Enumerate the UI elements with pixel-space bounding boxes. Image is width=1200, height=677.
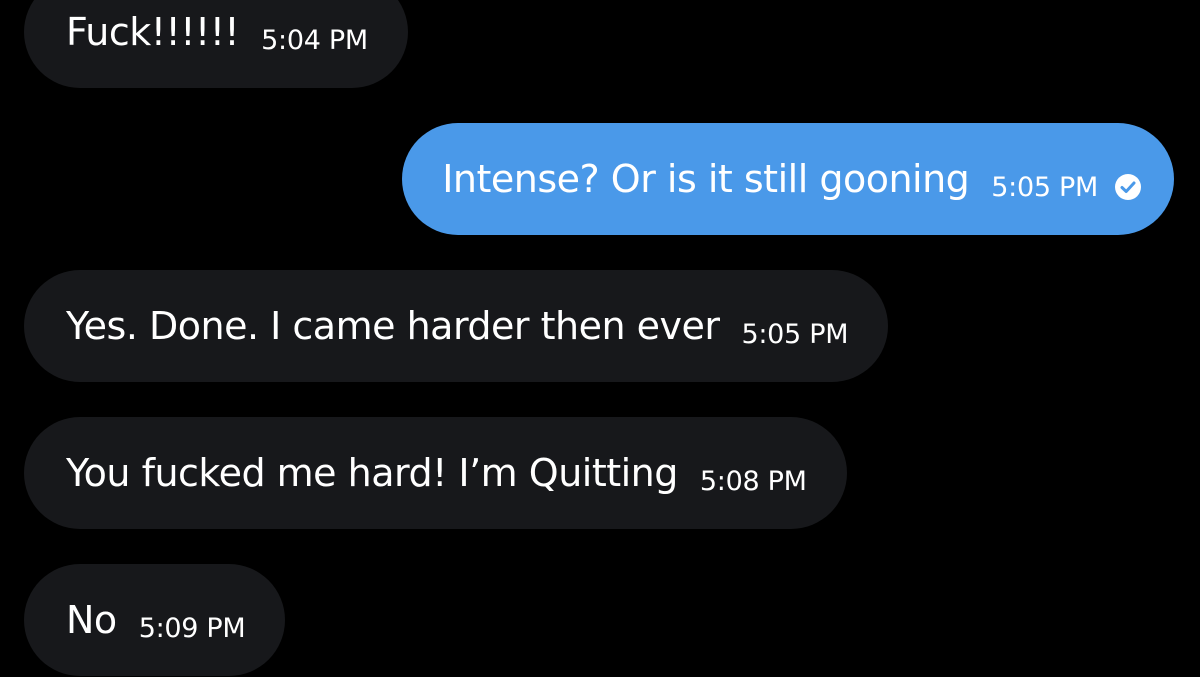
read-check-icon bbox=[1114, 173, 1142, 201]
message-timestamp: 5:08 PM bbox=[699, 465, 807, 497]
message-thread: Fuck!!!!!! 5:04 PM Intense? Or is it sti… bbox=[0, 0, 1200, 677]
message-timestamp: 5:05 PM bbox=[991, 171, 1098, 203]
message-bubble-received[interactable]: Yes. Done. I came harder then ever 5:05 … bbox=[24, 270, 889, 382]
message-bubble-sent[interactable]: Intense? Or is it still gooning 5:05 PM bbox=[402, 123, 1174, 235]
message-timestamp: 5:04 PM bbox=[261, 24, 368, 56]
message-text: Yes. Done. I came harder then ever bbox=[66, 304, 720, 348]
message-text: No bbox=[66, 598, 117, 642]
message-text: Intense? Or is it still gooning bbox=[442, 157, 970, 201]
message-bubble-received[interactable]: Fuck!!!!!! 5:04 PM bbox=[24, 0, 408, 88]
message-timestamp: 5:05 PM bbox=[741, 318, 849, 350]
message-bubble-received[interactable]: You fucked me hard! I’m Quitting 5:08 PM bbox=[24, 417, 847, 529]
message-timestamp: 5:09 PM bbox=[138, 612, 246, 644]
message-text: Fuck!!!!!! bbox=[66, 10, 240, 54]
message-bubble-received[interactable]: No 5:09 PM bbox=[24, 564, 286, 676]
message-text: You fucked me hard! I’m Quitting bbox=[66, 451, 678, 495]
